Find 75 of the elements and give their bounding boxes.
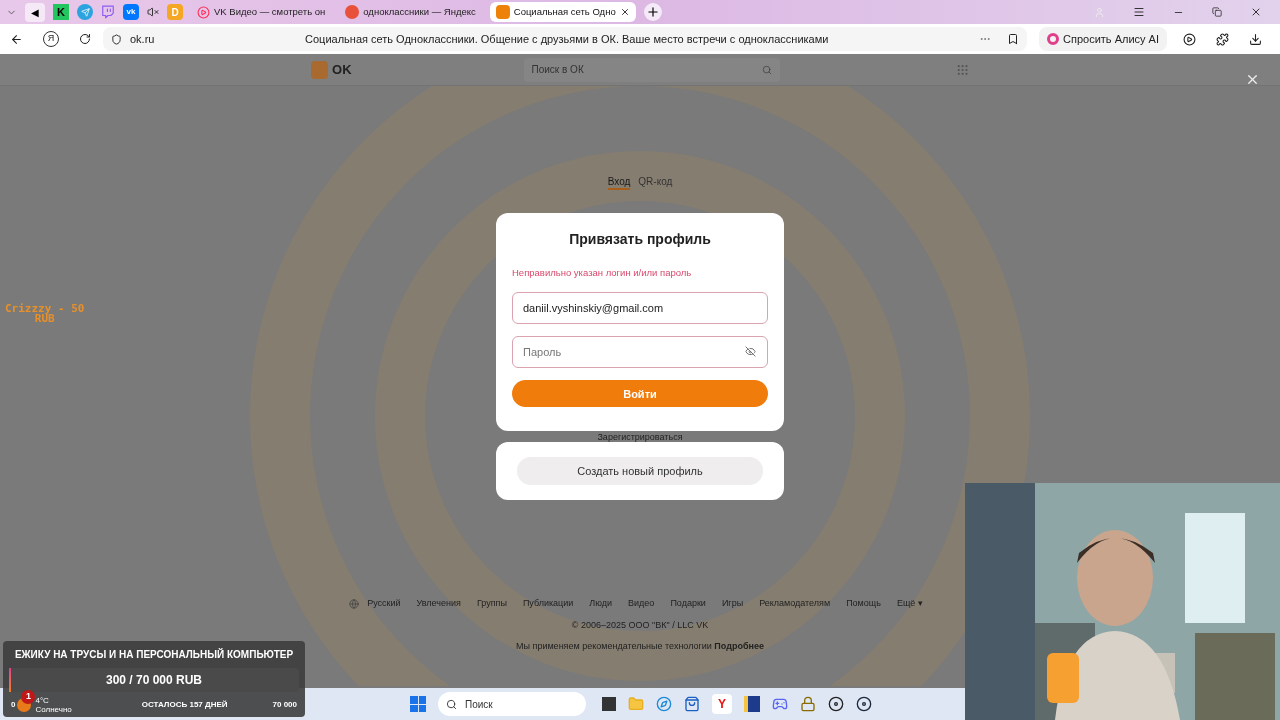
taskbar-search-field[interactable]: Поиск (438, 692, 586, 716)
footer-link[interactable]: Русский (367, 597, 401, 611)
tab-favicon[interactable]: K (53, 4, 69, 20)
register-link[interactable]: Зарегистрироваться (597, 432, 683, 442)
footer-link[interactable]: Увлечения (416, 597, 461, 611)
tab-title: VK Видео — смотреть он (214, 4, 326, 19)
globe-icon (349, 598, 360, 609)
weather-badge: 1 (21, 690, 36, 704)
site-search-field[interactable]: Поиск в ОК (523, 57, 780, 82)
lock-icon[interactable] (800, 696, 816, 712)
site-logo: OK (332, 60, 352, 79)
footer-link[interactable]: Рекламодателям (759, 597, 831, 611)
goal-amount: 300 / 70 000 RUB (105, 672, 203, 689)
goal-time-left: ОСТАЛОСЬ 157 ДНЕЙ (141, 699, 228, 711)
login-button[interactable]: Войти (512, 380, 768, 408)
address-field[interactable]: ok.ru Социальная сеть Одноклассники. Общение с друзьями в ОК. Ваше место встречи с одноклассниками (103, 27, 1028, 51)
app-icon[interactable] (744, 696, 760, 712)
ask-alice-button[interactable]: Спросить Алису AI (1039, 27, 1167, 51)
tab-title: одноклассники — Яндекс (363, 4, 476, 19)
new-tab-button[interactable] (643, 3, 662, 21)
tab-title: Социальная сеть Одно (513, 4, 616, 19)
footer-link[interactable]: Подарки (670, 597, 706, 611)
windows-start-icon[interactable] (410, 696, 426, 712)
url-text: ok.ru (130, 31, 155, 47)
login-tab[interactable]: QR-код (638, 174, 673, 190)
login-tab[interactable]: Вход (607, 174, 631, 190)
search-placeholder: Поиск в ОК (531, 63, 585, 77)
dialog-title: Привязать профиль (568, 230, 712, 249)
error-message: Неправильно указан логин и/или пароль (512, 266, 693, 280)
search-placeholder: Поиск (465, 697, 493, 712)
bookmark-icon[interactable] (1007, 33, 1020, 45)
page-title: Социальная сеть Одноклассники. Общение с друзьями в ОК. Ваше место встречи с одноклассниками (304, 31, 830, 47)
shield-icon (111, 33, 122, 45)
twitch-icon[interactable] (101, 5, 115, 19)
footer-link[interactable]: Люди (589, 597, 613, 611)
mute-icon[interactable] (147, 6, 159, 18)
play-icon[interactable] (1183, 32, 1196, 46)
reload-icon[interactable] (79, 33, 91, 45)
login-field[interactable]: daniil.vyshinskiy@gmail.com (512, 292, 768, 325)
search-icon (446, 698, 457, 710)
copyright-text: © 2006–2025 ООО "ВК" / LLC VK (571, 618, 709, 632)
store-icon[interactable] (684, 696, 700, 712)
restore-icon[interactable] (1212, 7, 1222, 17)
disc-icon[interactable] (828, 696, 844, 712)
donation-currency: RUB (34, 314, 56, 324)
temperature: 4°C (35, 696, 50, 705)
search-icon (761, 64, 772, 75)
browser-tab[interactable]: VK Видео — смотреть он (191, 2, 332, 22)
footer-link[interactable]: Игры (721, 597, 744, 611)
password-field[interactable]: Пароль (512, 336, 768, 369)
donation-name: Crizzzy - 50 (5, 304, 85, 314)
browser-tab[interactable]: Социальная сеть Одно (489, 2, 636, 22)
speaker-tab[interactable]: ◀ (25, 2, 45, 22)
yandex-browser-icon[interactable]: Y (712, 694, 732, 714)
hide-password-icon[interactable] (745, 346, 756, 358)
download-icon[interactable] (1249, 32, 1262, 46)
weather-text: Солнечно (35, 705, 72, 714)
play-icon (197, 5, 210, 19)
goal-start: 0 (11, 699, 16, 711)
footer-link[interactable]: Ещё ▾ (896, 597, 923, 611)
close-icon[interactable] (1250, 6, 1262, 18)
footer-link[interactable]: Группы (476, 597, 507, 611)
footer-link[interactable]: Публикации (522, 597, 574, 611)
create-profile-button[interactable]: Создать новый профиль (517, 457, 763, 485)
close-icon[interactable] (619, 7, 630, 17)
menu-icon[interactable] (1133, 6, 1145, 18)
goal-end: 70 000 (272, 699, 297, 711)
footer-link[interactable]: Видео (628, 597, 655, 611)
goal-title: ЕЖИКУ НА ТРУСЫ И НА ПЕРСОНАЛЬНЫЙ КОМПЬЮТЕР (14, 647, 294, 662)
extensions-icon[interactable] (1216, 32, 1229, 46)
back-icon[interactable] (10, 32, 23, 46)
footer-link[interactable]: Помощь (846, 597, 881, 611)
browser-tab[interactable]: одноклассники — Яндекс (339, 2, 482, 22)
recommendation-notice: Мы применяем рекомендательные технологии Подробнее (516, 640, 764, 653)
tab-favicon[interactable]: vk (123, 4, 139, 20)
